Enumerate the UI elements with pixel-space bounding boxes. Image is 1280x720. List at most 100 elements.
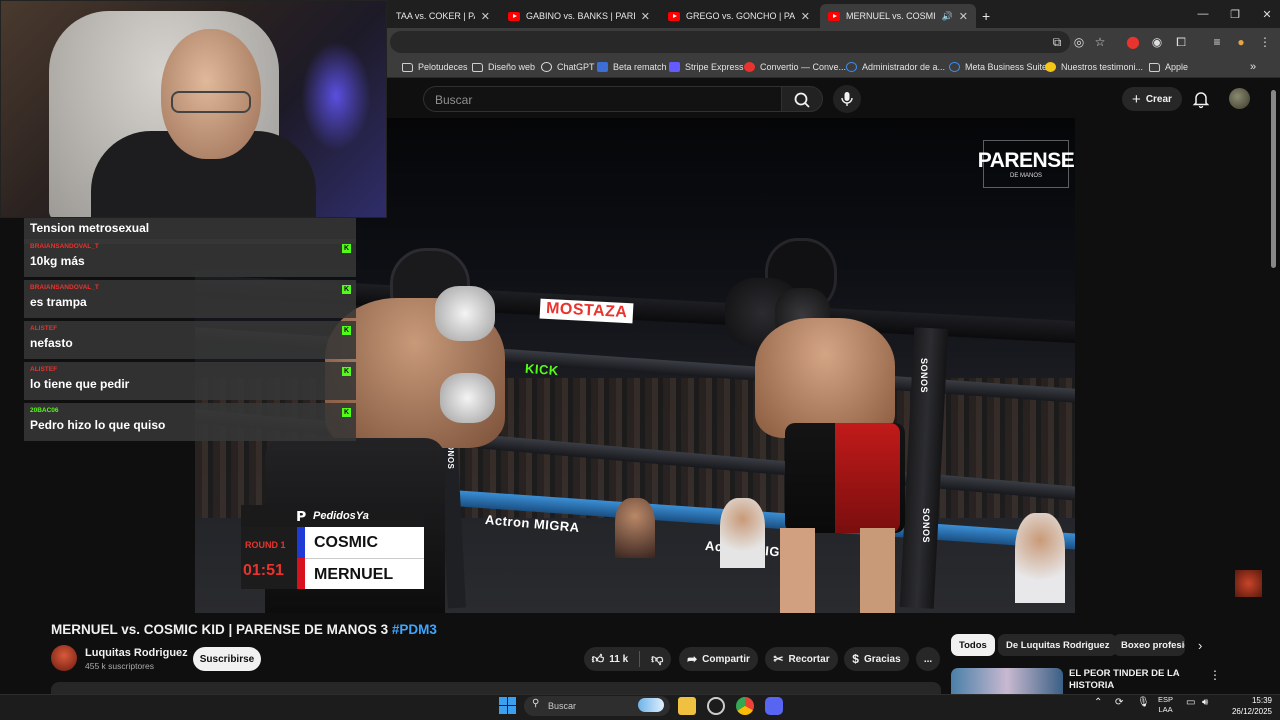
extension-icon[interactable]: ⬤ [1124, 33, 1142, 51]
thanks-button[interactable]: $ Gracias [844, 647, 909, 671]
bookmark-beta-rematch[interactable]: Beta rematch [597, 58, 667, 76]
voice-search-button[interactable] [833, 85, 861, 113]
profile-icon[interactable]: ● [1232, 33, 1250, 51]
restore-icon[interactable]: ❐ [1218, 0, 1252, 28]
search-input[interactable]: Buscar [423, 86, 781, 112]
chip-todos[interactable]: Todos [951, 634, 995, 656]
meta-icon [949, 62, 960, 72]
chat-text: es trampa [30, 295, 87, 309]
install-app-icon[interactable]: ⧉ [1048, 33, 1066, 51]
description-box[interactable] [51, 682, 941, 694]
microphone-icon[interactable]: 🎙︎ [1137, 697, 1150, 708]
fighter-leg [860, 528, 895, 613]
bookmark-label: Meta Business Suite [965, 62, 1048, 72]
bookmark-pelotudeces[interactable]: Pelotudeces [402, 58, 468, 76]
volume-icon[interactable]: 🔊︎ [1202, 697, 1208, 708]
record-icon[interactable]: ◉ [1148, 33, 1166, 51]
bookmark-meta-business[interactable]: Meta Business Suite [949, 58, 1047, 76]
chevron-right-icon[interactable]: › [1198, 638, 1202, 653]
system-clock[interactable]: 15:39 26/12/2025 [1226, 695, 1272, 717]
create-label: Crear [1145, 93, 1172, 105]
menu-dots-icon[interactable]: ⋮ [1209, 668, 1221, 682]
bookmark-administrador[interactable]: Administrador de a... [846, 58, 945, 76]
chip-boxeo[interactable]: Boxeo profesional [1113, 634, 1185, 656]
recommended-thumbnail[interactable] [951, 668, 1063, 694]
reading-list-icon[interactable]: ≡ [1208, 33, 1226, 51]
bookmark-stripe-express[interactable]: Stripe Express [669, 58, 744, 76]
share-button[interactable]: ➦ Compartir [679, 647, 758, 671]
streamer-mini-avatar [1235, 570, 1262, 597]
search-button[interactable] [781, 86, 823, 112]
page-scrollbar[interactable] [1271, 90, 1276, 268]
bookmark-convertio[interactable]: Convertio — Conve... [744, 58, 846, 76]
bookmark-star-icon[interactable]: ☆ [1091, 33, 1109, 51]
more-actions-button[interactable]: ... [916, 647, 940, 671]
network-icon[interactable]: ▭ [1186, 697, 1195, 708]
speaker-icon[interactable]: 🔊 [942, 11, 953, 22]
close-icon[interactable]: ✕ [641, 10, 650, 23]
channel-name[interactable]: Luquitas Rodriguez [85, 647, 188, 659]
pedidosya-logo-icon: 𝗣 [296, 507, 307, 524]
chip-channel[interactable]: De Luquitas Rodriguez [998, 634, 1118, 656]
file-explorer-icon[interactable] [678, 697, 696, 715]
divider [639, 651, 641, 667]
close-icon[interactable]: ✕ [481, 10, 490, 23]
menu-dots-icon[interactable]: ⋮ [1256, 33, 1274, 51]
create-button[interactable]: + Crear [1122, 87, 1182, 111]
boxing-glove [435, 286, 495, 341]
chat-message: 20BAC06 Pedro hizo lo que quiso K [24, 403, 356, 441]
tab-taa-coker[interactable]: TAA vs. COKER | PARENSE DE MANOS 3 ✕ [388, 4, 498, 28]
close-window-icon[interactable]: ✕ [1250, 0, 1280, 28]
chat-text: 10kg más [30, 254, 85, 268]
bookmark-chatgpt[interactable]: ChatGPT [541, 58, 595, 76]
puzzle-icon[interactable]: ⧠ [1172, 33, 1190, 51]
like-button[interactable]: 👍︎ [592, 652, 605, 667]
discord-icon[interactable] [765, 697, 783, 715]
windows-start-icon[interactable] [499, 697, 516, 714]
beta-icon [597, 62, 608, 72]
bookmark-testimonios[interactable]: Nuestros testimoni... [1045, 58, 1143, 76]
channel-avatar[interactable] [51, 645, 77, 671]
video-hashtag[interactable]: #PDM3 [392, 622, 437, 637]
share-label: Compartir [702, 653, 750, 665]
bookmark-apple[interactable]: Apple [1149, 58, 1188, 76]
sponsor-bar: 𝗣 PedidosYa [241, 505, 424, 527]
chat-message: ALISTEF nefasto K [24, 321, 356, 359]
subscriber-count: 455 k suscriptores [85, 661, 154, 671]
subscribe-button[interactable]: Suscribirse [193, 647, 261, 671]
clock-date: 26/12/2025 [1231, 707, 1272, 716]
tab-grego-goncho[interactable]: GREGO vs. GONCHO | PARENSE DE MANOS 3 ✕ [660, 4, 818, 28]
chat-text: lo tiene que pedir [30, 377, 130, 391]
tab-mernuel-cosmic[interactable]: MERNUEL vs. COSMIC KID | PARENSE DE MANO… [820, 4, 976, 28]
chat-message: ALISTEF lo tiene que pedir K [24, 362, 356, 400]
chrome-icon[interactable] [736, 697, 754, 715]
sponsor-name: PedidosYa [313, 510, 369, 522]
fighter-blue-name: COSMIC [305, 527, 424, 558]
app-icon[interactable] [707, 697, 725, 715]
bookmark-diseno-web[interactable]: Diseño web [472, 58, 535, 76]
account-avatar[interactable] [1229, 88, 1250, 109]
eye-off-icon[interactable]: ◎ [1070, 33, 1088, 51]
dislike-button[interactable]: 👎︎ [651, 652, 663, 667]
notifications-button[interactable] [1190, 88, 1212, 110]
close-icon[interactable]: ✕ [959, 10, 968, 23]
recommended-title[interactable]: EL PEOR TINDER DE LA HISTORIA [1069, 668, 1199, 692]
bookmarks-overflow-icon[interactable]: » [1250, 58, 1256, 76]
close-icon[interactable]: ✕ [801, 10, 810, 23]
chat-username: ALISTEF [30, 325, 58, 332]
address-bar[interactable] [390, 31, 1070, 53]
round-panel: ROUND 1 01:51 [241, 527, 297, 589]
new-tab-button[interactable]: + [978, 4, 1000, 28]
super-thanks-icon: $ [852, 652, 859, 666]
minimize-icon[interactable]: — [1186, 0, 1220, 28]
tray-chevron-icon[interactable]: ⌃ [1094, 697, 1102, 708]
red-corner-bar [297, 558, 305, 589]
clip-button[interactable]: ✂ Recortar [765, 647, 838, 671]
sync-icon[interactable]: ⟳ [1115, 697, 1123, 708]
fighter-leg [780, 528, 815, 613]
chat-username: BRAIANSANDOVAL_T [30, 243, 99, 250]
shorts-panel [835, 423, 900, 533]
tab-gabino-banks[interactable]: GABINO vs. BANKS | PARENSE DE MANOS 3 ✕ [500, 4, 658, 28]
kick-badge-icon: K [342, 244, 351, 253]
language-indicator[interactable]: ESP LAA [1158, 695, 1173, 715]
